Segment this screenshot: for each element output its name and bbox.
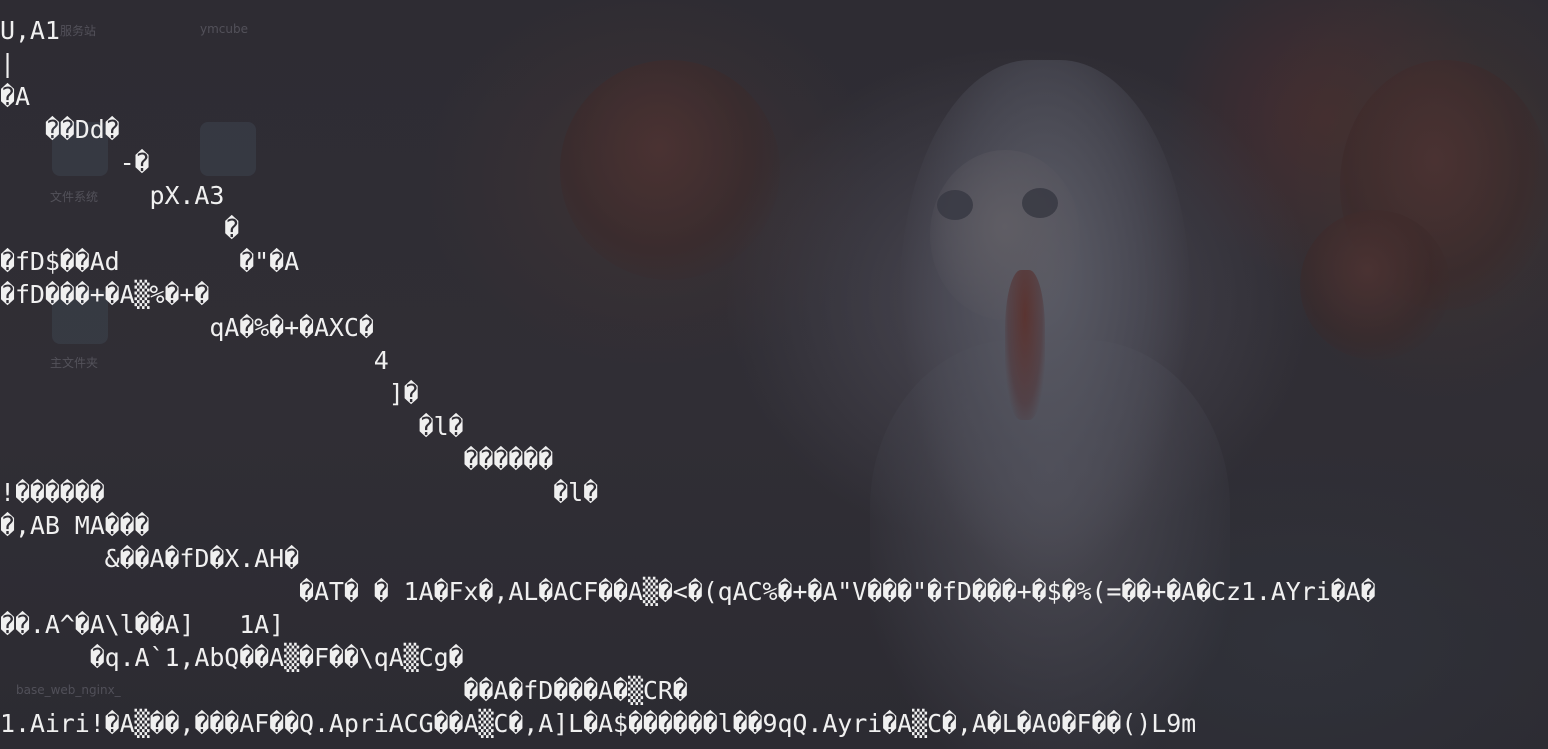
terminal-line: ������ <box>0 445 554 474</box>
terminal-line: qA�%�+�AXC� <box>0 313 374 342</box>
terminal-line: �AT� � 1A�Fx�,AL�ACF��A▒�<�(qAC%�+�A"V��… <box>0 577 1376 606</box>
terminal-line: �q.A`1,AbQ��A▒�F��\qA▒Cg� <box>0 643 464 672</box>
terminal-line: ��.A^�A\l��A] 1A] <box>0 610 285 639</box>
terminal-line: ]� <box>0 379 419 408</box>
terminal-line: 4 <box>0 346 389 375</box>
terminal-line: ��Dd� <box>0 115 120 144</box>
terminal-line: �,AB MA��� <box>0 511 150 540</box>
terminal-line: ��A�fD���A�▒CR� <box>0 676 688 705</box>
terminal-line: U,A1 <box>0 16 60 45</box>
terminal-line: �l� <box>0 412 464 441</box>
terminal-line: &��A�fD�X.AH� <box>0 544 300 573</box>
terminal-output[interactable]: U,A1 | �A ��Dd� -� pX.A3 � �fD$��Ad �"�A… <box>0 0 1548 749</box>
terminal-line: 1.Airi!�A▒��,���AF��Q.ApriACG��A▒C�,A]L�… <box>0 709 1197 738</box>
terminal-line: �A <box>0 82 30 111</box>
terminal-line: � <box>0 214 240 243</box>
terminal-line: pX.A3 <box>0 181 225 210</box>
terminal-line: �fD���+�A▒%�+� <box>0 280 210 309</box>
terminal-line: !������ �l� <box>0 478 599 507</box>
terminal-line: -� <box>0 148 150 177</box>
terminal-line: | <box>0 49 15 78</box>
terminal-line: �fD$��Ad �"�A <box>0 247 300 276</box>
